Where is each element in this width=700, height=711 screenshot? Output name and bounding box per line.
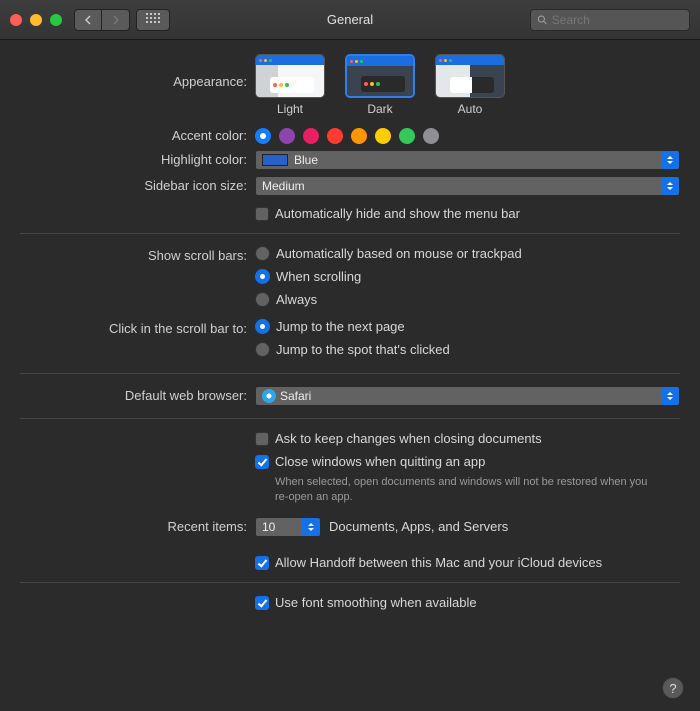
clickscroll-label: Click in the scroll bar to: xyxy=(20,319,255,336)
appearance-label-auto: Auto xyxy=(458,102,483,116)
checkbox-icon xyxy=(255,207,269,221)
content: Appearance: Light D xyxy=(0,40,700,630)
titlebar: General xyxy=(0,0,700,40)
clickscroll-radio-next-page[interactable]: Jump to the next page xyxy=(255,319,680,334)
font-smoothing-checkbox[interactable]: Use font smoothing when available xyxy=(255,595,680,610)
checkbox-icon xyxy=(255,432,269,446)
forward-button[interactable] xyxy=(102,9,130,31)
scrollbars-opt3-label: Always xyxy=(276,292,317,307)
appearance-option-light[interactable]: Light xyxy=(255,54,325,116)
sidebar-size-popup[interactable]: Medium xyxy=(255,176,680,196)
recent-label: Recent items: xyxy=(20,517,255,534)
window-controls xyxy=(10,14,62,26)
appearance-option-auto[interactable]: Auto xyxy=(435,54,505,116)
appearance-label: Appearance: xyxy=(20,54,255,89)
recent-items-value: 10 xyxy=(262,520,275,534)
browser-value: Safari xyxy=(280,389,311,403)
scrollbars-radio-always[interactable]: Always xyxy=(255,292,680,307)
accent-swatches xyxy=(255,126,680,144)
accent-swatch[interactable] xyxy=(375,128,391,144)
accent-swatch[interactable] xyxy=(255,128,271,144)
show-all-button[interactable] xyxy=(136,9,170,31)
menubar-autohide-label: Automatically hide and show the menu bar xyxy=(275,206,520,221)
appearance-option-dark[interactable]: Dark xyxy=(345,54,415,116)
ask-keep-label: Ask to keep changes when closing documen… xyxy=(275,431,542,446)
radio-icon xyxy=(255,246,270,261)
sidebar-label: Sidebar icon size: xyxy=(20,176,255,193)
appearance-label-light: Light xyxy=(277,102,303,116)
clickscroll-radio-jump-spot[interactable]: Jump to the spot that's clicked xyxy=(255,342,680,357)
sidebar-size-value: Medium xyxy=(262,179,305,193)
recent-items-suffix: Documents, Apps, and Servers xyxy=(329,519,508,534)
font-smoothing-label: Use font smoothing when available xyxy=(275,595,477,610)
ask-keep-checkbox[interactable]: Ask to keep changes when closing documen… xyxy=(255,431,680,446)
checkbox-icon xyxy=(255,455,269,469)
search-input[interactable] xyxy=(552,13,683,27)
close-windows-checkbox[interactable]: Close windows when quitting an app xyxy=(255,454,680,469)
scrollbars-label: Show scroll bars: xyxy=(20,246,255,263)
accent-swatch[interactable] xyxy=(327,128,343,144)
highlight-label: Highlight color: xyxy=(20,150,255,167)
scrollbars-radio-when-scrolling[interactable]: When scrolling xyxy=(255,269,680,284)
divider xyxy=(20,582,680,583)
minimize-window-button[interactable] xyxy=(30,14,42,26)
highlight-value: Blue xyxy=(294,153,318,167)
scrollbars-opt2-label: When scrolling xyxy=(276,269,361,284)
close-window-button[interactable] xyxy=(10,14,22,26)
appearance-thumb-light xyxy=(255,54,325,98)
accent-swatch[interactable] xyxy=(399,128,415,144)
handoff-checkbox[interactable]: Allow Handoff between this Mac and your … xyxy=(255,555,680,570)
clickscroll-opt2-label: Jump to the spot that's clicked xyxy=(276,342,450,357)
appearance-thumb-dark xyxy=(345,54,415,98)
checkbox-icon xyxy=(255,556,269,570)
scrollbars-radio-auto[interactable]: Automatically based on mouse or trackpad xyxy=(255,246,680,261)
divider xyxy=(20,373,680,374)
scrollbars-opt1-label: Automatically based on mouse or trackpad xyxy=(276,246,522,261)
nav-back-forward xyxy=(74,9,130,31)
help-icon: ? xyxy=(669,681,676,696)
search-icon xyxy=(537,14,548,26)
accent-swatch[interactable] xyxy=(279,128,295,144)
popup-arrows-icon xyxy=(661,177,679,195)
radio-icon xyxy=(255,269,270,284)
appearance-label-dark: Dark xyxy=(367,102,392,116)
help-button[interactable]: ? xyxy=(662,677,684,699)
browser-label: Default web browser: xyxy=(20,386,255,403)
grid-icon xyxy=(146,13,160,27)
browser-popup[interactable]: Safari xyxy=(255,386,680,406)
chevron-right-icon xyxy=(112,15,120,25)
clickscroll-opt1-label: Jump to the next page xyxy=(276,319,405,334)
highlight-popup[interactable]: Blue xyxy=(255,150,680,170)
accent-swatch[interactable] xyxy=(423,128,439,144)
highlight-colorchip xyxy=(262,154,288,166)
accent-swatch[interactable] xyxy=(303,128,319,144)
appearance-thumb-auto xyxy=(435,54,505,98)
back-button[interactable] xyxy=(74,9,102,31)
popup-arrows-icon xyxy=(661,387,679,405)
popup-arrows-icon xyxy=(661,151,679,169)
radio-icon xyxy=(255,292,270,307)
chevron-left-icon xyxy=(84,15,92,25)
zoom-window-button[interactable] xyxy=(50,14,62,26)
close-windows-help: When selected, open documents and window… xyxy=(275,475,655,505)
popup-arrows-icon xyxy=(302,518,320,536)
accent-swatch[interactable] xyxy=(351,128,367,144)
checkbox-icon xyxy=(255,596,269,610)
safari-icon xyxy=(262,389,276,403)
divider xyxy=(20,418,680,419)
radio-icon xyxy=(255,342,270,357)
close-windows-label: Close windows when quitting an app xyxy=(275,454,485,469)
radio-icon xyxy=(255,319,270,334)
search-field-wrap[interactable] xyxy=(530,9,690,31)
recent-items-popup[interactable]: 10 xyxy=(255,517,321,537)
handoff-label: Allow Handoff between this Mac and your … xyxy=(275,555,602,570)
divider xyxy=(20,233,680,234)
menubar-autohide-checkbox[interactable]: Automatically hide and show the menu bar xyxy=(255,206,680,221)
accent-label: Accent color: xyxy=(20,126,255,143)
